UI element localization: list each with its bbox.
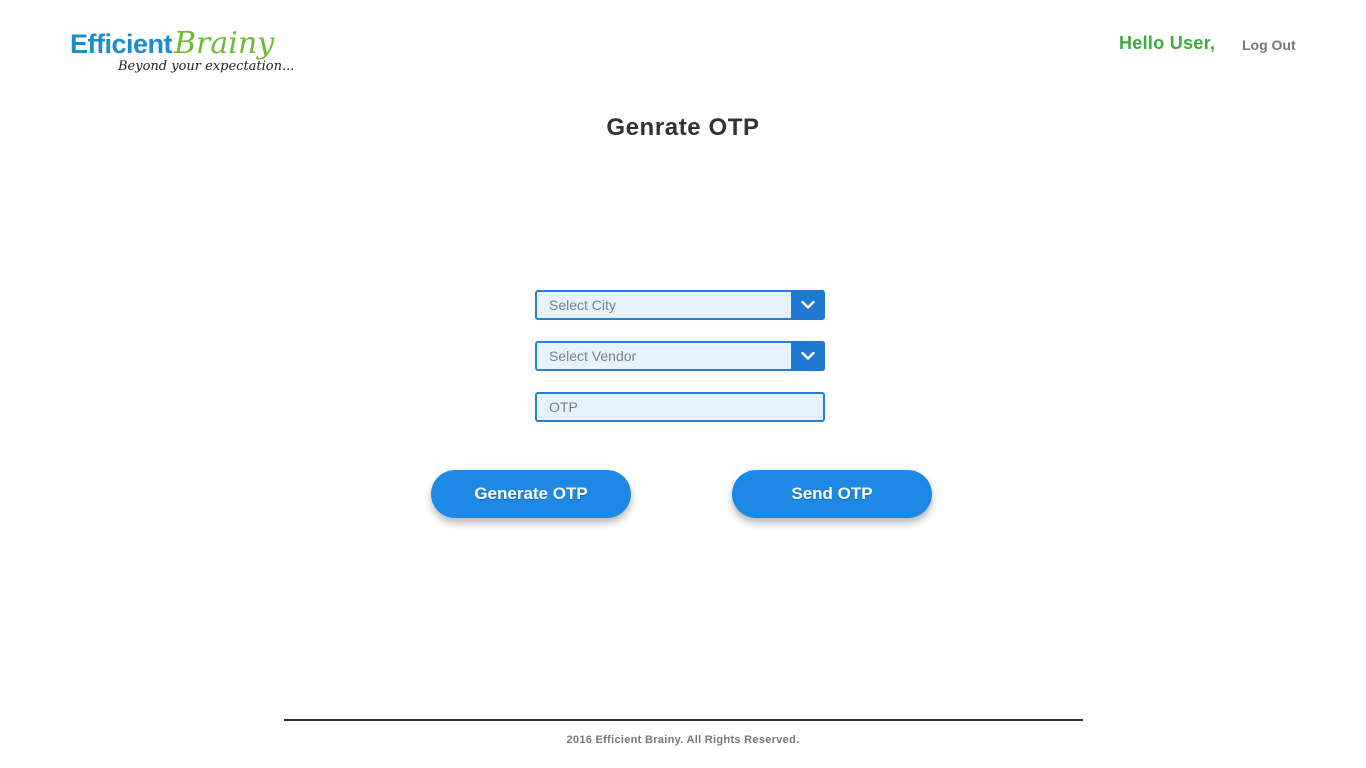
footer-divider (284, 719, 1083, 721)
brand-logo[interactable]: EfficientBrainy Beyond your expectation.… (70, 18, 294, 80)
logo-tagline: Beyond your expectation... (118, 59, 295, 74)
user-greeting: Hello User, (1119, 33, 1216, 53)
city-dropdown-button[interactable] (791, 290, 825, 320)
generate-otp-button[interactable]: Generate OTP (431, 470, 631, 518)
logout-link[interactable]: Log Out (1242, 37, 1296, 53)
vendor-select-placeholder: Select Vendor (549, 348, 637, 364)
otp-input[interactable] (537, 394, 823, 420)
page-title: Genrate OTP (606, 114, 760, 141)
chevron-down-icon (801, 351, 815, 360)
logo-word-brainy: Brainy (174, 26, 275, 61)
city-select-placeholder: Select City (549, 297, 616, 313)
logo-wordmark: EfficientBrainy (70, 26, 274, 61)
send-otp-button[interactable]: Send OTP (732, 470, 932, 518)
vendor-dropdown-button[interactable] (791, 341, 825, 371)
chevron-down-icon (801, 300, 815, 309)
footer-copyright: 2016 Efficient Brainy. All Rights Reserv… (566, 734, 800, 746)
otp-field (535, 392, 825, 422)
vendor-select[interactable]: Select Vendor (535, 341, 825, 371)
logo-word-efficient: Efficient (70, 29, 173, 59)
city-select[interactable]: Select City (535, 290, 825, 320)
